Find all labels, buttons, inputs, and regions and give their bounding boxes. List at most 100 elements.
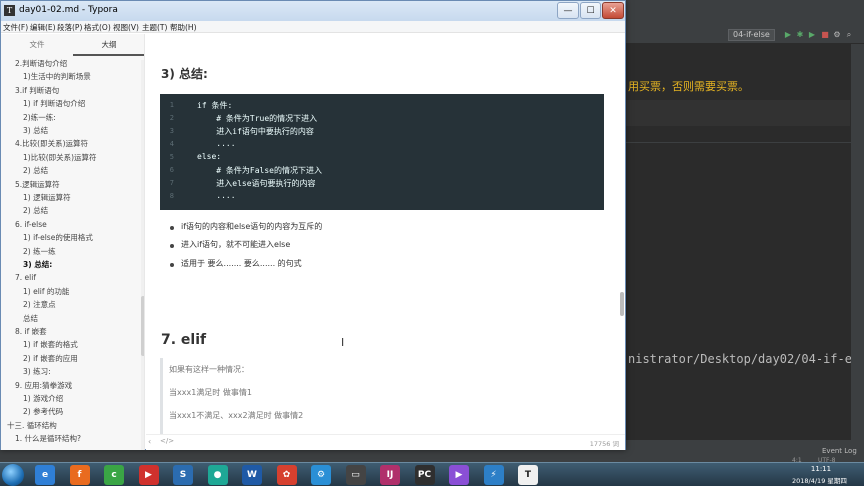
menu-file[interactable]: 文件(F) [3,22,28,33]
outline-item[interactable]: 4.比较(即关系)运算符 [15,138,88,150]
bullet-dot [170,226,174,230]
outline-item[interactable]: 6. if-else [15,219,47,231]
code-line-number: 6 [169,166,174,174]
outline-item[interactable]: 8. if 嵌套 [15,326,47,338]
outline-item[interactable]: 9. 应用:猜拳游戏 [15,380,72,392]
pycharm-icon[interactable]: PC [414,465,435,485]
code-line-number: 2 [169,114,174,122]
settings-icon[interactable]: ⚙ [833,30,841,39]
outline-item[interactable]: 2) if 嵌套的应用 [23,353,78,365]
outline-item[interactable]: 2.判断语句介绍 [15,58,67,70]
intellij-icon[interactable]: IJ [380,465,400,485]
minimize-button[interactable]: — [557,2,579,19]
taskbar: e f c ▶ S ● W ✿ ⚙ ▭ IJ PC ▶ ⚡ T [0,462,864,486]
code-line: .... [197,191,236,200]
chrome-icon[interactable]: c [104,465,124,485]
tab-outline[interactable]: 大纲 [73,34,144,56]
code-block[interactable]: 1 if 条件: 2 # 条件为True的情况下进入 3 进入if语句中要执行的内容 4… [160,94,604,210]
code-line-number: 7 [169,179,174,187]
outline-item[interactable]: 1)生活中的判断场景 [23,71,91,83]
maximize-button[interactable]: ☐ [580,2,601,19]
outline-item[interactable]: 2) 注意点 [23,299,56,311]
list-item: 进入if语句，就不可能进入else [181,240,291,249]
outline-item[interactable]: 总结 [23,313,38,325]
menu-theme[interactable]: 主题(T) [142,22,167,33]
outline-item[interactable]: 十三. 循环结构 [7,420,57,432]
typora-app-icon: T [4,5,15,16]
editor-scrollbar-thumb[interactable] [620,292,624,316]
clock-date[interactable]: 2018/4/19 星期四 [792,475,847,485]
clock-time[interactable]: 11:11 [806,465,836,473]
event-log-button[interactable]: Event Log [822,447,857,455]
network-icon[interactable]: ⚙ [311,465,331,485]
code-line-number: 5 [169,153,174,161]
search-everywhere-icon[interactable]: ⌕ [845,30,853,39]
ide-scrollbar[interactable] [851,44,864,440]
menu-help[interactable]: 帮助(H) [170,22,197,33]
vscode-icon[interactable]: ⚡ [483,465,504,485]
run-output-panel[interactable] [626,142,851,442]
outline-item[interactable]: 7. elif [15,272,36,284]
blockquote-bar [160,358,163,434]
code-line: .... [197,139,236,148]
sidebar-scrollbar-thumb[interactable] [141,296,144,356]
terminal-icon[interactable]: ▭ [345,465,366,485]
outline-item[interactable]: 1) 逻辑运算符 [23,192,71,204]
bullet-dot [170,263,174,267]
ie-icon[interactable]: e [35,465,55,485]
ide-code-line: 用买票，否则需要买票。 [628,80,749,93]
run-output-path: nistrator/Desktop/day02/04-if-else.py [628,352,864,366]
typora-icon[interactable]: T [518,465,538,485]
outline-item[interactable]: 5.逻辑运算符 [15,179,60,191]
opera-icon[interactable]: ● [207,465,228,485]
outline-item[interactable]: 2) 参考代码 [23,406,63,418]
menu-format[interactable]: 格式(O) [84,22,111,33]
outline-item[interactable]: 2) 练一练 [23,246,56,258]
title-bar: T day01-02.md - Typora — ☐ ✕ [1,1,625,21]
coverage-icon[interactable]: ▶ [808,30,816,39]
outline-item[interactable]: 3) 练习: [23,366,51,378]
outline-item[interactable]: 3.if 判断语句 [15,85,59,97]
ide-editor[interactable] [626,44,850,144]
media-player-icon[interactable]: ▶ [138,465,159,485]
heading-elif: 7. elif [161,332,207,348]
start-button[interactable] [2,464,24,486]
stop-icon[interactable]: ■ [821,30,829,39]
outline-item[interactable]: 1) 游戏介绍 [23,393,63,405]
editor-content[interactable]: 3) 总结: 1 if 条件: 2 # 条件为True的情况下进入 3 进入if语句中… [146,34,624,434]
outline-item[interactable]: 1) if 判断语句介绍 [23,98,85,110]
wps-icon[interactable]: W [242,465,262,485]
firefox-icon[interactable]: f [69,465,90,485]
heading-summary: 3) 总结: [161,67,208,81]
close-button[interactable]: ✕ [602,2,624,19]
outline-item[interactable]: 1. 什么是循环结构? [15,433,81,445]
code-line-number: 4 [169,140,174,148]
sidebar-scrollbar[interactable] [141,60,144,450]
window-title: day01-02.md - Typora [19,5,118,15]
menu-paragraph[interactable]: 段落(P) [57,22,82,33]
outline-item[interactable]: 1)比较(即关系)运算符 [23,152,97,164]
outline-item[interactable]: 3) 总结: [23,259,52,271]
word-count[interactable]: 17756 词 [590,438,619,448]
outline-item[interactable]: 2) 总结 [23,205,48,217]
typora-window: T day01-02.md - Typora — ☐ ✕ 文件(F) 编辑(E)… [0,0,626,450]
debug-icon[interactable]: ✱ [796,30,804,39]
tab-files[interactable]: 文件 [1,34,73,56]
source-mode-icon[interactable]: </> [160,437,174,445]
code-line-number: 8 [169,192,174,200]
outline-item[interactable]: 1) if-else的使用格式 [23,232,93,244]
sogou-icon[interactable]: S [173,465,193,485]
back-icon[interactable]: ‹ [148,437,151,446]
netease-icon[interactable]: ✿ [276,465,297,485]
menu-edit[interactable]: 编辑(E) [30,22,56,33]
run-configuration-select[interactable]: 04-if-else [728,29,775,41]
list-item: 适用于 要么....... 要么...... 的句式 [181,259,302,268]
menu-view[interactable]: 视图(V) [113,22,139,33]
run-icon[interactable]: ▶ [784,30,792,39]
outline-item[interactable]: 1) elif 的功能 [23,286,69,298]
outline-item[interactable]: 1) if 嵌套的格式 [23,339,78,351]
outline-item[interactable]: 2) 总结 [23,165,48,177]
player-icon[interactable]: ▶ [449,465,469,485]
outline-item[interactable]: 3) 总结 [23,125,48,137]
outline-item[interactable]: 2)练一练: [23,112,56,124]
